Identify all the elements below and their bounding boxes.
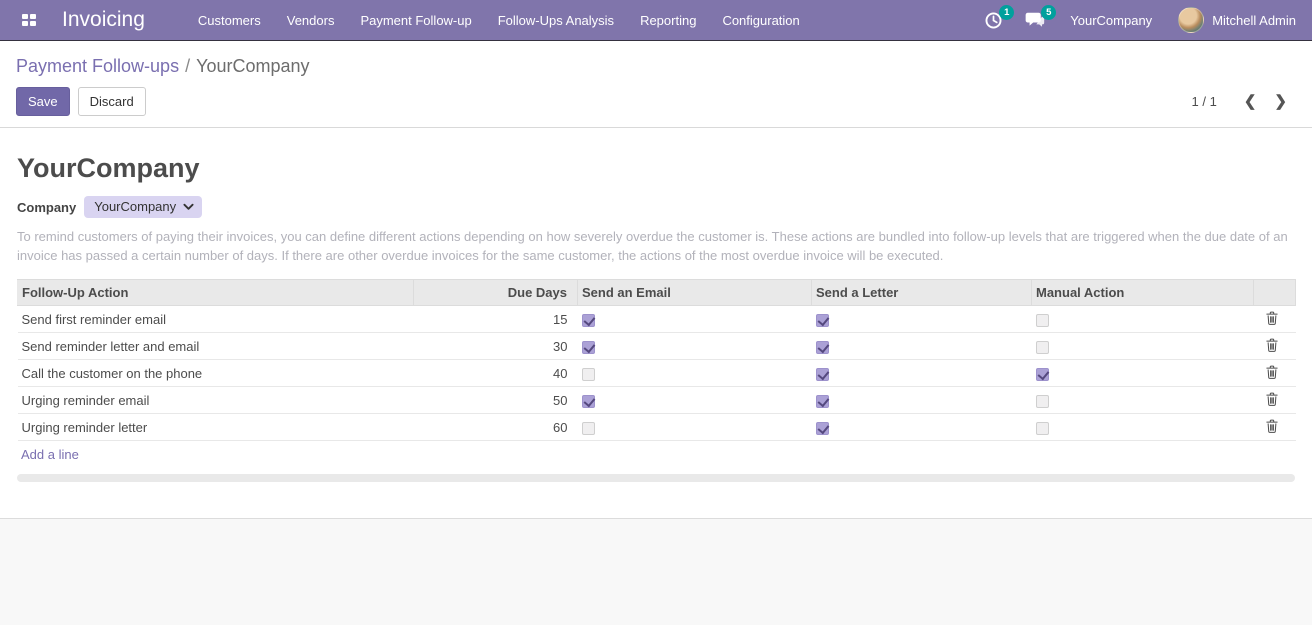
- cell-action[interactable]: Urging reminder email: [18, 387, 414, 414]
- col-header-manual-action: Manual Action: [1032, 280, 1254, 306]
- send-email-checkbox[interactable]: [582, 422, 595, 435]
- company-select-value: YourCompany: [94, 199, 176, 214]
- menu-item-configuration[interactable]: Configuration: [709, 0, 812, 40]
- chevron-right-icon[interactable]: ❯: [1265, 91, 1296, 113]
- main-menu: Customers Vendors Payment Follow-up Foll…: [185, 0, 813, 40]
- user-avatar: [1178, 7, 1204, 33]
- cell-action[interactable]: Send first reminder email: [18, 306, 414, 333]
- save-button[interactable]: Save: [16, 87, 70, 116]
- menu-item-vendors[interactable]: Vendors: [274, 0, 348, 40]
- activities-button[interactable]: 1: [973, 0, 1014, 40]
- breadcrumb-separator: /: [185, 56, 190, 76]
- company-switcher[interactable]: YourCompany: [1056, 0, 1166, 40]
- user-name: Mitchell Admin: [1212, 13, 1296, 28]
- cell-action[interactable]: Send reminder letter and email: [18, 333, 414, 360]
- breadcrumb-parent-link[interactable]: Payment Follow-ups: [16, 56, 179, 76]
- menu-item-reporting[interactable]: Reporting: [627, 0, 709, 40]
- pager-value: 1 / 1: [1192, 94, 1217, 109]
- app-name[interactable]: Invoicing: [62, 8, 145, 32]
- send-letter-checkbox[interactable]: [816, 422, 829, 435]
- send-letter-checkbox[interactable]: [816, 368, 829, 381]
- messages-button[interactable]: 5: [1014, 0, 1056, 40]
- page-background: [0, 518, 1312, 625]
- followup-levels-table: Follow-Up Action Due Days Send an Email …: [17, 279, 1296, 441]
- send-letter-checkbox[interactable]: [816, 341, 829, 354]
- top-navbar: Invoicing Customers Vendors Payment Foll…: [0, 0, 1312, 41]
- chevron-down-icon: [183, 203, 194, 211]
- send-email-checkbox[interactable]: [582, 314, 595, 327]
- manual-action-checkbox[interactable]: [1036, 395, 1049, 408]
- cell-due-days[interactable]: 50: [414, 387, 578, 414]
- horizontal-scrollbar[interactable]: [17, 474, 1295, 482]
- manual-action-checkbox[interactable]: [1036, 341, 1049, 354]
- chevron-left-icon[interactable]: ❮: [1235, 91, 1266, 113]
- cell-due-days[interactable]: 60: [414, 414, 578, 441]
- trash-icon[interactable]: [1266, 311, 1278, 325]
- cell-action[interactable]: Call the customer on the phone: [18, 360, 414, 387]
- manual-action-checkbox[interactable]: [1036, 314, 1049, 327]
- table-row[interactable]: Send first reminder email 15: [18, 306, 1296, 333]
- send-email-checkbox[interactable]: [582, 368, 595, 381]
- breadcrumb: Payment Follow-ups / YourCompany: [16, 54, 1296, 78]
- col-header-send-a-letter: Send a Letter: [812, 280, 1032, 306]
- manual-action-checkbox[interactable]: [1036, 422, 1049, 435]
- company-select[interactable]: YourCompany: [84, 196, 202, 218]
- page-title: YourCompany: [17, 152, 1295, 184]
- systray: 1 5 YourCompany Mitchell Admin: [973, 0, 1300, 40]
- trash-icon[interactable]: [1266, 338, 1278, 352]
- table-row[interactable]: Call the customer on the phone 40: [18, 360, 1296, 387]
- table-row[interactable]: Send reminder letter and email 30: [18, 333, 1296, 360]
- help-description: To remind customers of paying their invo…: [17, 227, 1295, 265]
- trash-icon[interactable]: [1266, 419, 1278, 433]
- col-header-due-days: Due Days: [414, 280, 578, 306]
- grid-icon: [22, 14, 36, 26]
- cell-due-days[interactable]: 30: [414, 333, 578, 360]
- trash-icon[interactable]: [1266, 392, 1278, 406]
- send-letter-checkbox[interactable]: [816, 395, 829, 408]
- cell-action[interactable]: Urging reminder letter: [18, 414, 414, 441]
- col-header-send-an-email: Send an Email: [578, 280, 812, 306]
- pager: 1 / 1 ❮ ❯: [1192, 91, 1296, 113]
- breadcrumb-current: YourCompany: [196, 56, 309, 76]
- table-header-row: Follow-Up Action Due Days Send an Email …: [18, 280, 1296, 306]
- menu-item-customers[interactable]: Customers: [185, 0, 274, 40]
- menu-item-follow-ups-analysis[interactable]: Follow-Ups Analysis: [485, 0, 627, 40]
- message-count-badge: 5: [1041, 5, 1056, 20]
- add-a-line-link[interactable]: Add a line: [21, 447, 79, 462]
- discard-button[interactable]: Discard: [78, 87, 146, 116]
- cell-due-days[interactable]: 15: [414, 306, 578, 333]
- trash-icon[interactable]: [1266, 365, 1278, 379]
- company-field-label: Company: [17, 200, 76, 215]
- col-header-follow-up-action: Follow-Up Action: [18, 280, 414, 306]
- send-letter-checkbox[interactable]: [816, 314, 829, 327]
- manual-action-checkbox[interactable]: [1036, 368, 1049, 381]
- col-header-actions: [1254, 280, 1296, 306]
- table-row[interactable]: Urging reminder letter 60: [18, 414, 1296, 441]
- sheet-bottom-padding: [17, 482, 1295, 518]
- menu-item-payment-follow-up[interactable]: Payment Follow-up: [347, 0, 484, 40]
- user-menu[interactable]: Mitchell Admin: [1166, 0, 1300, 40]
- activity-count-badge: 1: [999, 5, 1014, 20]
- table-row[interactable]: Urging reminder email 50: [18, 387, 1296, 414]
- send-email-checkbox[interactable]: [582, 341, 595, 354]
- control-panel: Payment Follow-ups / YourCompany Save Disc…: [0, 41, 1312, 128]
- cell-due-days[interactable]: 40: [414, 360, 578, 387]
- apps-menu-icon[interactable]: [14, 5, 44, 35]
- form-sheet: YourCompany Company YourCompany To remin…: [0, 128, 1312, 518]
- send-email-checkbox[interactable]: [582, 395, 595, 408]
